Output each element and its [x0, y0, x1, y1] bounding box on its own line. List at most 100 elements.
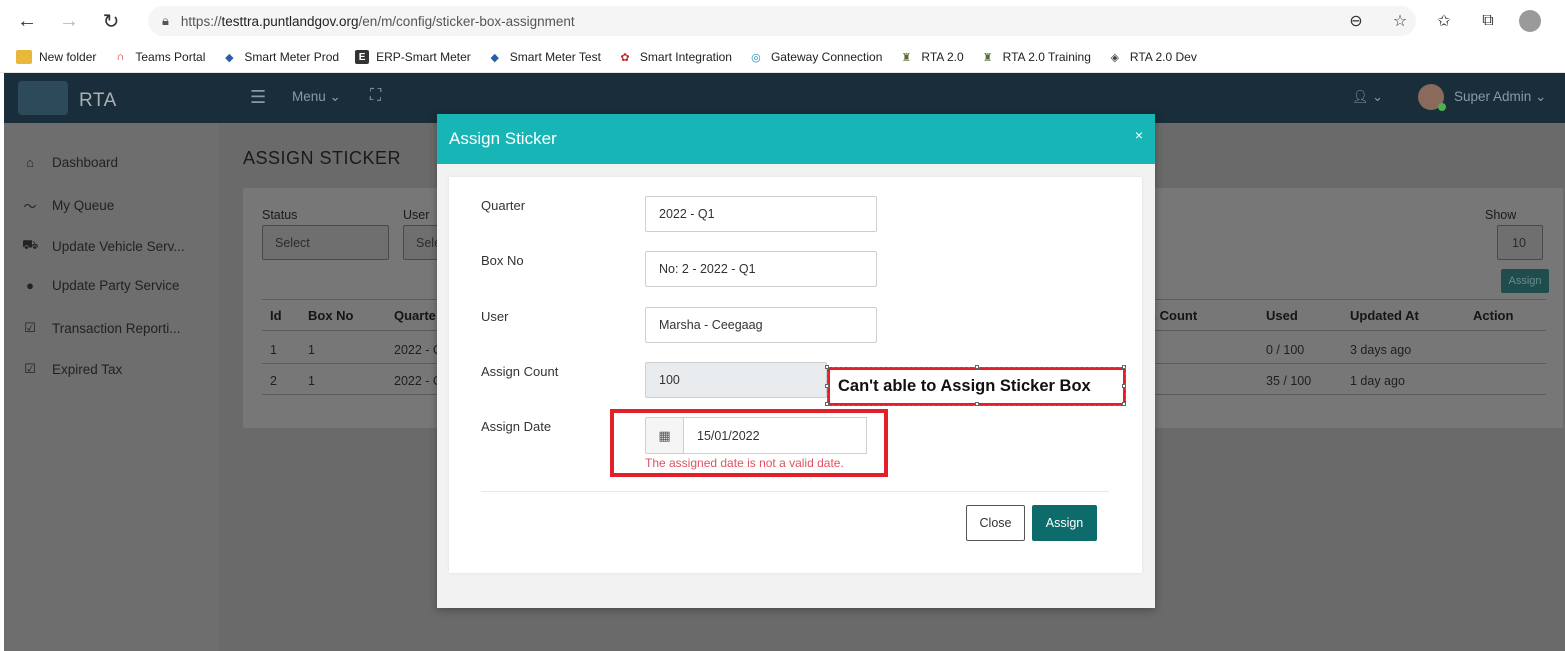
col-header-updated-at: Updated At — [1350, 308, 1419, 323]
trend-icon: 〜 — [23, 199, 37, 214]
show-label: Show — [1485, 208, 1517, 222]
sidebar-item-update-party[interactable]: ● Update Party Service — [22, 278, 180, 293]
bookmark-rta-2-training[interactable]: ♜ RTA 2.0 Training — [980, 50, 1091, 64]
cell-quarter: 2022 - C — [394, 343, 442, 357]
cell-id: 2 — [270, 374, 277, 388]
sidebar-item-update-vehicle[interactable]: ⛟ Update Vehicle Serv... — [22, 237, 185, 255]
favorites-icon[interactable]: ✩ — [1429, 6, 1459, 36]
back-icon[interactable]: ← — [12, 6, 42, 36]
bookmark-new-folder[interactable]: New folder — [16, 50, 96, 64]
menu-dropdown[interactable]: Menu ⌄ — [292, 89, 341, 105]
footer-divider — [481, 491, 1109, 492]
col-header-quarter: Quarte — [394, 308, 436, 323]
bookmark-teams-portal[interactable]: ∩ Teams Portal — [112, 50, 205, 64]
droplet-icon: ◆ — [490, 51, 500, 64]
quarter-select[interactable]: 2022 - Q1 — [645, 196, 877, 232]
close-icon[interactable]: × — [1135, 127, 1143, 143]
modal-header: Assign Sticker × — [437, 114, 1155, 164]
col-header-id: Id — [270, 308, 282, 323]
assign-button[interactable]: Assign — [1032, 505, 1097, 541]
cell-box: 1 — [308, 374, 315, 388]
checkbox-icon: ☑ — [24, 361, 36, 376]
forward-icon[interactable]: → — [54, 6, 84, 36]
bookmark-rta-2[interactable]: ♜ RTA 2.0 — [898, 50, 963, 64]
status-filter-select[interactable]: Select — [262, 225, 389, 260]
address-bar[interactable]: 🔒︎ https://testtra.puntlandgov.org/en/m/… — [148, 6, 1416, 36]
huawei-icon: ✿ — [620, 51, 630, 64]
lock-icon: 🔒︎ — [162, 13, 169, 28]
modal-title: Assign Sticker — [449, 129, 557, 148]
folder-icon — [16, 50, 32, 64]
close-button[interactable]: Close — [966, 505, 1025, 541]
page-size-input[interactable]: 10 — [1497, 225, 1543, 260]
user-filter-label: User — [403, 208, 430, 222]
erp-icon: E — [355, 50, 370, 64]
profile-icon[interactable] — [1519, 10, 1541, 32]
sidebar-item-my-queue[interactable]: 〜 My Queue — [22, 196, 114, 215]
refresh-icon[interactable]: ↻ — [96, 6, 126, 36]
assign-sticker-modal: Assign Sticker × Quarter 2022 - Q1 Box N… — [437, 114, 1155, 608]
cell-quarter: 2022 - C — [394, 374, 442, 388]
checkbox-icon: ☑ — [24, 320, 36, 335]
page-title: ASSIGN STICKER — [243, 148, 402, 168]
bookmark-erp-smart-meter[interactable]: E ERP-Smart Meter — [355, 50, 471, 64]
user-label: User — [481, 309, 509, 324]
cell-used: 35 / 100 — [1266, 374, 1312, 388]
add-favorite-icon[interactable]: ☆ — [1385, 6, 1415, 36]
quarter-label: Quarter — [481, 198, 526, 213]
hamburger-icon[interactable]: ☰ — [250, 87, 266, 108]
teams-icon: ∩ — [116, 51, 125, 63]
browser-toolbar: ← → ↻ 🔒︎ https://testtra.puntlandgov.org… — [0, 0, 1565, 42]
user-menu[interactable]: Super Admin ⌄ — [1454, 89, 1546, 105]
annotation-handle — [975, 402, 979, 406]
assign-count-label: Assign Count — [481, 364, 559, 379]
annotation-handle — [825, 365, 829, 369]
annotation-callout: Can't able to Assign Sticker Box — [827, 367, 1126, 406]
annotation-handle — [975, 365, 979, 369]
layers-icon: ◈ — [1110, 51, 1120, 64]
url-host: testtra.puntlandgov.org — [221, 13, 359, 29]
assign-date-label: Assign Date — [481, 419, 552, 434]
cell-box: 1 — [308, 343, 315, 357]
url-scheme: https:// — [180, 13, 222, 29]
url-path: /en/m/config/sticker-box-assignment — [358, 13, 575, 29]
annotation-handle — [1122, 402, 1126, 406]
cell-updated: 3 days ago — [1350, 343, 1412, 357]
annotation-handle — [825, 402, 829, 406]
bookmark-gateway-connection[interactable]: ◎ Gateway Connection — [748, 50, 882, 64]
assign-sticker-button[interactable]: Assign — [1501, 269, 1549, 293]
zoom-icon[interactable]: ⊖ — [1341, 6, 1371, 36]
cell-used: 0 / 100 — [1266, 343, 1305, 357]
annotation-highlight-box — [610, 409, 888, 477]
droplet-icon: ◆ — [225, 51, 234, 64]
sidebar-item-transaction-reporting[interactable]: ☑ Transaction Reporti... — [22, 320, 180, 336]
user-icon[interactable]: 👤︎ ⌄ — [1352, 89, 1383, 105]
sidebar-item-dashboard[interactable]: ⌂ Dashboard — [22, 155, 118, 170]
annotation-callout-text: Can't able to Assign Sticker Box — [838, 377, 1091, 395]
box-no-label: Box No — [481, 253, 524, 268]
annotation-handle — [825, 384, 829, 388]
bookmark-smart-integration[interactable]: ✿ Smart Integration — [617, 50, 732, 64]
annotation-handle — [1122, 384, 1126, 388]
sidebar: ⌂ Dashboard 〜 My Queue ⛟ Update Vehicle Ser… — [4, 123, 219, 651]
user-select[interactable]: Marsha - Ceegaag — [645, 307, 877, 343]
fullscreen-icon[interactable]: ⛶ — [370, 87, 381, 105]
bookmark-smart-meter-test[interactable]: ◆ Smart Meter Test — [487, 50, 601, 64]
cell-updated: 1 day ago — [1350, 374, 1405, 388]
sidebar-item-expired-tax[interactable]: ☑ Expired Tax — [22, 361, 122, 377]
annotation-handle — [1122, 365, 1126, 369]
bookmarks-bar: New folder ∩ Teams Portal ◆ Smart Meter Pr… — [0, 42, 1565, 73]
collections-icon[interactable]: ⧉ — [1473, 6, 1503, 36]
assign-count-input: 100 — [645, 362, 827, 398]
cell-id: 1 — [270, 343, 277, 357]
brand-name: RTA — [79, 90, 117, 111]
bookmark-rta-2-dev[interactable]: ◈ RTA 2.0 Dev — [1107, 50, 1197, 64]
status-filter-label: Status — [262, 208, 298, 222]
gateway-icon: ◎ — [751, 51, 761, 64]
car-icon: ⛟ — [22, 237, 39, 252]
bookmark-smart-meter-prod[interactable]: ◆ Smart Meter Prod — [221, 50, 339, 64]
home-icon: ⌂ — [26, 155, 34, 170]
box-no-select[interactable]: No: 2 - 2022 - Q1 — [645, 251, 877, 287]
col-header-action: Action — [1473, 308, 1514, 323]
online-status-dot — [1438, 103, 1446, 111]
